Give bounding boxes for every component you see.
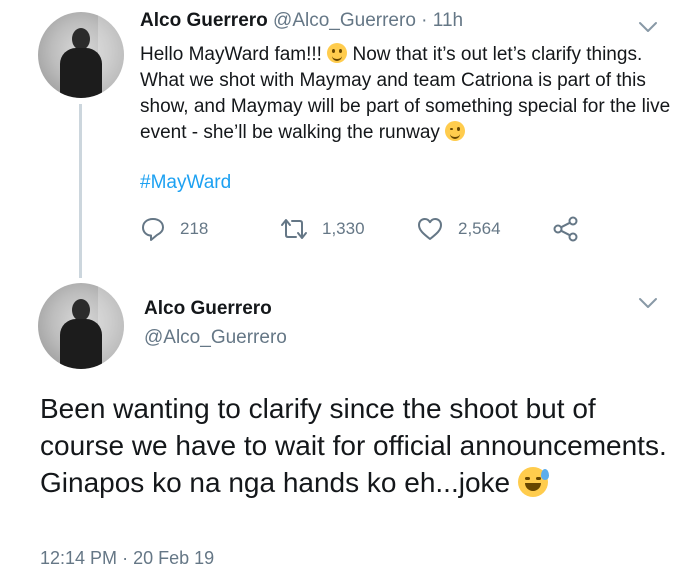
chevron-down-icon[interactable] — [638, 20, 658, 34]
chevron-down-icon[interactable] — [638, 296, 658, 310]
avatar[interactable] — [38, 283, 124, 369]
reply-icon — [142, 218, 164, 241]
display-name[interactable]: Alco Guerrero — [140, 10, 268, 31]
tweet-header: Alco Guerrero @Alco_Guerrero · 11h — [140, 10, 463, 32]
winking-face-emoji-icon — [445, 121, 466, 141]
tweet-text-body: Been wanting to clarify since the shoot … — [40, 393, 667, 498]
retweet-button[interactable]: 1,330 — [280, 214, 365, 244]
tweet-time[interactable]: 11h — [433, 10, 463, 31]
heart-icon — [418, 218, 442, 240]
reply-count: 218 — [180, 219, 209, 238]
display-name[interactable]: Alco Guerrero — [144, 298, 272, 320]
reply-button[interactable]: 218 — [140, 214, 208, 244]
hugging-face-emoji-icon — [327, 43, 348, 63]
tweet-text: Been wanting to clarify since the shoot … — [40, 390, 680, 501]
header-separator: · — [421, 10, 428, 31]
retweet-count: 1,330 — [322, 219, 365, 238]
tweet-timestamp[interactable]: 12:14 PM · 20 Feb 19 — [40, 548, 214, 569]
avatar[interactable] — [38, 12, 124, 98]
share-button[interactable] — [552, 214, 580, 244]
avatar-figure-head — [72, 28, 90, 50]
hashtag-link[interactable]: #MayWard — [140, 172, 231, 194]
like-count: 2,564 — [458, 219, 501, 238]
avatar-figure-body — [60, 319, 102, 369]
thread-connector-line — [79, 104, 82, 278]
share-icon — [553, 216, 578, 242]
tweet-time: 12:14 PM — [40, 548, 118, 568]
like-button[interactable]: 2,564 — [416, 214, 501, 244]
timestamp-separator: · — [122, 548, 129, 568]
user-handle[interactable]: @Alco_Guerrero — [144, 327, 287, 349]
sweat-smile-emoji-icon — [517, 467, 549, 497]
user-handle[interactable]: @Alco_Guerrero — [273, 10, 416, 31]
tweet-date: 20 Feb 19 — [133, 548, 215, 568]
retweet-icon — [281, 219, 307, 239]
avatar-figure-body — [60, 48, 102, 98]
tweet-text: Hello MayWard fam!!! Now that it’s out l… — [140, 42, 680, 146]
tweet-text-part-1: Hello MayWard fam!!! — [140, 44, 328, 65]
avatar-figure-head — [72, 299, 90, 321]
